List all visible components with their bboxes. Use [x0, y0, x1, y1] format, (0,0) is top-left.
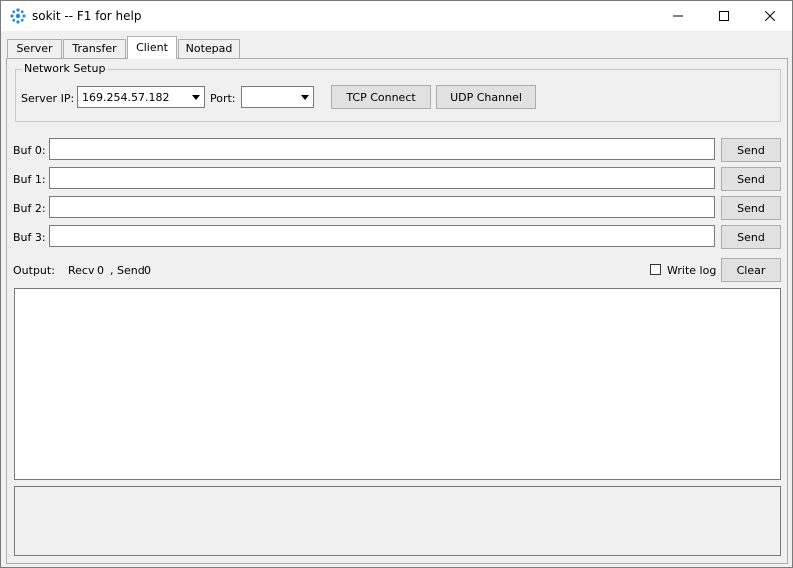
maximize-button[interactable] [701, 1, 747, 31]
server-ip-label: Server IP: [21, 92, 75, 105]
tab-server[interactable]: Server [7, 39, 62, 58]
snowflake-gear-icon [10, 8, 26, 24]
write-log-checkbox[interactable] [650, 264, 661, 275]
tab-transfer[interactable]: Transfer [63, 39, 126, 58]
buf-0-label: Buf 0: [13, 144, 46, 157]
buf-3-input[interactable] [49, 225, 715, 247]
recv-count: 0 [97, 264, 104, 277]
buf-0-send-button[interactable]: Send [721, 138, 781, 162]
output-label: Output: [13, 264, 55, 277]
chevron-down-icon[interactable] [187, 87, 204, 107]
tcp-connect-button[interactable]: TCP Connect [331, 85, 431, 109]
recv-label: Recv [68, 264, 95, 277]
write-log-label[interactable]: Write log [667, 264, 716, 277]
send-label: , Send [110, 264, 145, 277]
close-button[interactable] [747, 1, 793, 31]
buf-3-send-button[interactable]: Send [721, 225, 781, 249]
title-bar[interactable]: sokit -- F1 for help [1, 1, 792, 31]
buf-2-label: Buf 2: [13, 202, 46, 215]
close-icon [765, 11, 775, 21]
buf-1-label: Buf 1: [13, 173, 46, 186]
minimize-icon [673, 11, 683, 21]
maximize-icon [719, 11, 729, 21]
window-title: sokit -- F1 for help [32, 9, 142, 23]
tab-client[interactable]: Client [127, 36, 177, 59]
buf-1-input[interactable] [49, 167, 715, 189]
status-area [14, 486, 781, 556]
buf-2-input[interactable] [49, 196, 715, 218]
udp-channel-button[interactable]: UDP Channel [436, 85, 536, 109]
minimize-button[interactable] [655, 1, 701, 31]
server-ip-combobox[interactable]: 169.254.57.182 [77, 86, 205, 108]
buf-2-send-button[interactable]: Send [721, 196, 781, 220]
buf-0-input[interactable] [49, 138, 715, 160]
network-setup-title: Network Setup [22, 62, 108, 75]
server-ip-value: 169.254.57.182 [82, 91, 170, 104]
buf-1-send-button[interactable]: Send [721, 167, 781, 191]
tab-notepad[interactable]: Notepad [178, 39, 240, 58]
buf-3-label: Buf 3: [13, 231, 46, 244]
clear-button[interactable]: Clear [721, 258, 781, 282]
network-setup-group: Network Setup Server IP: 169.254.57.182 … [15, 62, 781, 122]
client-panel: Network Setup Server IP: 169.254.57.182 … [6, 58, 788, 564]
port-label: Port: [210, 92, 236, 105]
tab-strip: Server Transfer Client Notepad [1, 31, 792, 59]
chevron-down-icon[interactable] [296, 87, 313, 107]
send-count: 0 [144, 264, 151, 277]
port-combobox[interactable] [241, 86, 314, 108]
app-window: sokit -- F1 for help Server Transfer Cli… [0, 0, 793, 568]
output-log-textarea[interactable] [14, 288, 781, 480]
